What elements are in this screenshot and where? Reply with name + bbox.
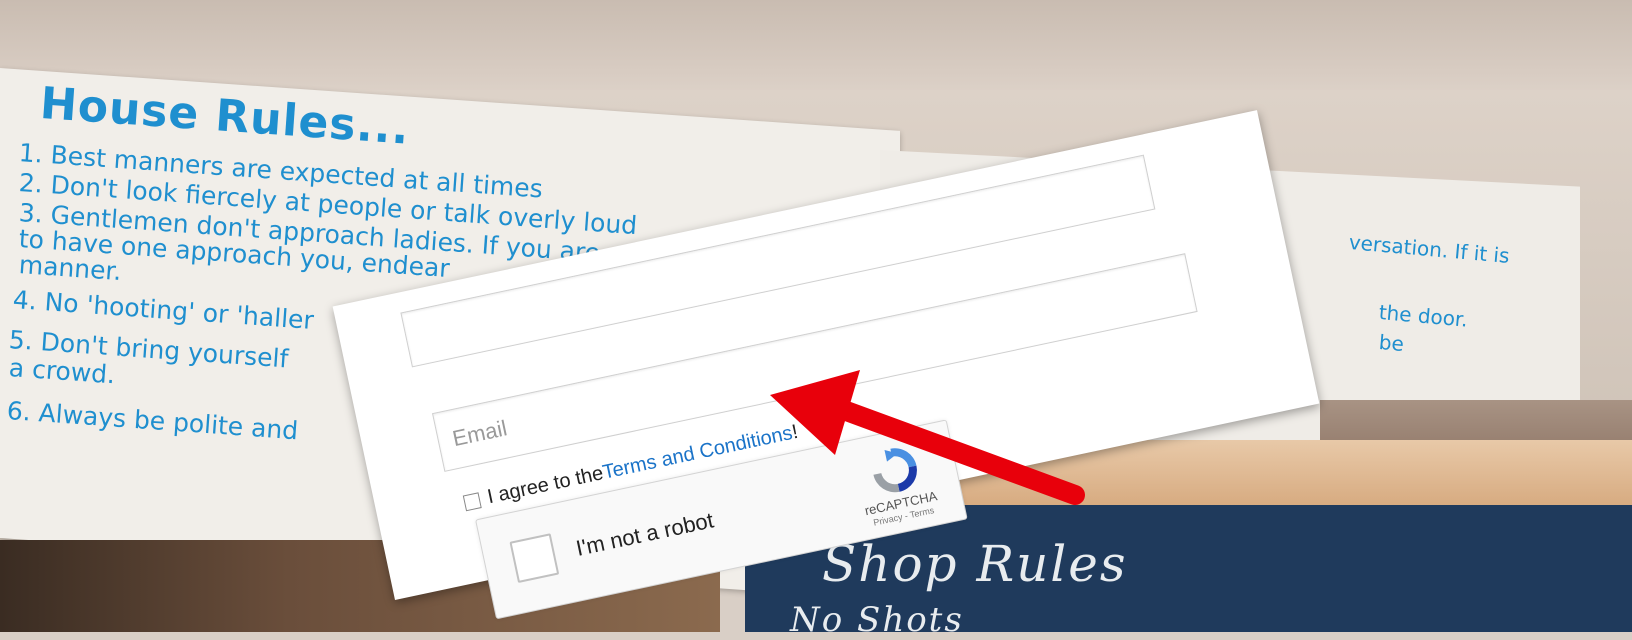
recaptcha-label: I'm not a robot: [573, 507, 716, 561]
shop-rules-line: No Shots: [790, 600, 964, 640]
recaptcha-checkbox[interactable]: [509, 533, 560, 584]
shop-rules-title: Shop Rules: [822, 535, 1128, 593]
terms-checkbox[interactable]: [462, 491, 482, 511]
right-rule-line: be: [1377, 330, 1405, 357]
